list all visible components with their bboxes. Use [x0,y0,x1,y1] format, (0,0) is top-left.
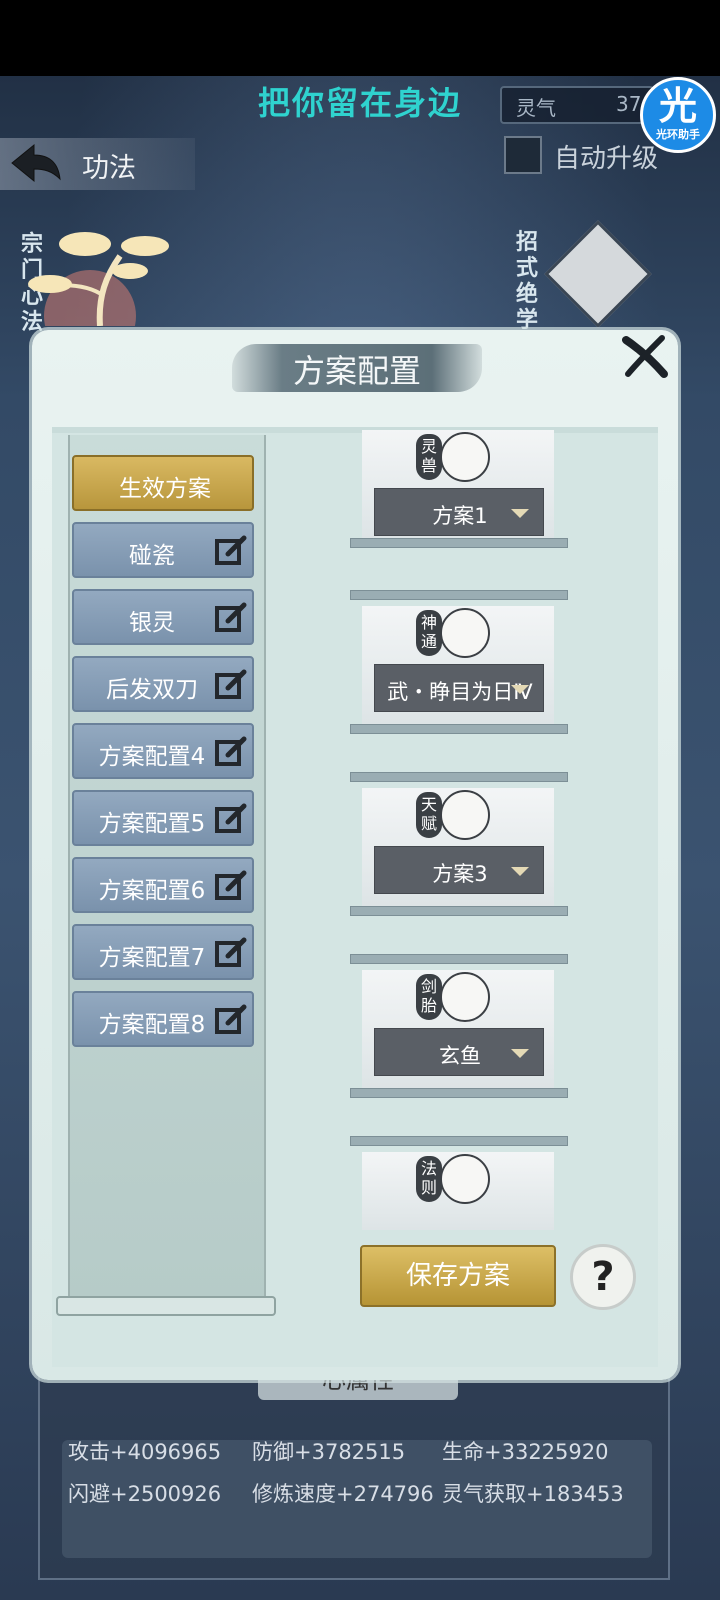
slot-bottom-rod [350,906,568,916]
edit-icon[interactable] [214,735,248,769]
back-title: 功法 [82,153,136,184]
save-plan-button[interactable]: 保存方案 [360,1245,556,1307]
slot-skill-icon [440,1154,490,1204]
slot-category-tag: 剑胎 [416,974,442,1020]
slot-top-rod [350,954,568,964]
back-arrow-icon[interactable] [10,141,62,187]
slot-category-tag: 天赋 [416,792,442,838]
page-title: 把你留在身边 [257,84,462,122]
edit-icon[interactable] [214,869,248,903]
plan-item-label: 方案配置6 [98,878,206,904]
close-icon[interactable] [620,334,670,380]
dropdown-arrow-icon [511,509,529,518]
slot-plan-select[interactable]: 武・睁目为日Ⅳ [374,664,544,712]
slot-category-tag: 法则 [416,1156,442,1202]
modal-title: 方案配置 [292,352,421,390]
combat-skill-label: 招式绝学 [515,230,538,333]
attr-attack: 攻击+4096965 [68,1440,222,1464]
plan-item-label: 后发双刀 [106,677,198,703]
plan-item-label: 方案配置7 [98,945,206,971]
plan-item[interactable]: 方案配置5 [72,790,254,846]
plan-item-label: 方案配置4 [98,744,206,770]
edit-icon[interactable] [214,668,248,702]
auto-upgrade-label: 自动升级 [554,144,659,174]
attr-dodge: 闪避+2500926 [68,1482,222,1506]
slot-top-rod [350,772,568,782]
slot-bottom-rod [350,724,568,734]
plan-item-label: 方案配置8 [98,1012,206,1038]
attr-health: 生命+33225920 [442,1440,609,1464]
dropdown-arrow-icon [511,1049,529,1058]
slot-plan-select[interactable]: 方案3 [374,846,544,894]
status-bar [0,0,720,76]
resource-counter: 灵气 37 [500,86,654,124]
plan-item[interactable]: 方案配置7 [72,924,254,980]
slot-top-rod [350,1136,568,1146]
attr-qi-gain: 灵气获取+183453 [442,1482,624,1506]
slot-category-tag: 神通 [416,610,442,656]
slot-skill-icon [440,790,490,840]
plan-item[interactable]: 方案配置4 [72,723,254,779]
slot-bottom-rod [350,538,568,548]
plan-item[interactable]: 生效方案 [72,455,254,511]
slot-top-rod [350,590,568,600]
plan-item-label: 银灵 [129,610,175,636]
slot-bottom-rod [350,1088,568,1098]
pine-tree-icon [28,232,169,326]
scroll-rod [56,1296,276,1316]
slot-plan-select[interactable]: 玄鱼 [374,1028,544,1076]
edit-icon[interactable] [214,1003,248,1037]
plan-item[interactable]: 后发双刀 [72,656,254,712]
attr-defense: 防御+3782515 [252,1440,406,1464]
dropdown-arrow-icon [511,685,529,694]
plan-item[interactable]: 碰瓷 [72,522,254,578]
slot-plan-select[interactable]: 方案1 [374,488,544,536]
resource-label: 灵气 [516,96,556,120]
edit-icon[interactable] [214,802,248,836]
assistant-icon: 光 [658,84,697,128]
edit-icon[interactable] [214,601,248,635]
slot-skill-icon [440,972,490,1022]
plan-item[interactable]: 方案配置6 [72,857,254,913]
plan-item[interactable]: 方案配置8 [72,991,254,1047]
plan-item[interactable]: 银灵 [72,589,254,645]
slot-skill-icon [440,432,490,482]
slot-skill-icon [440,608,490,658]
slot-category-tag: 灵兽 [416,434,442,480]
resource-value: 37 [616,92,642,116]
plan-item-label: 生效方案 [119,476,211,502]
edit-icon[interactable] [214,936,248,970]
dropdown-arrow-icon [511,867,529,876]
help-button[interactable]: ? [570,1244,636,1310]
edit-icon[interactable] [214,534,248,568]
attr-cultivation-speed: 修炼速度+274796 [252,1482,434,1506]
auto-upgrade-checkbox[interactable] [504,136,542,174]
plan-item-label: 方案配置5 [98,811,206,837]
plan-item-label: 碰瓷 [129,543,175,569]
